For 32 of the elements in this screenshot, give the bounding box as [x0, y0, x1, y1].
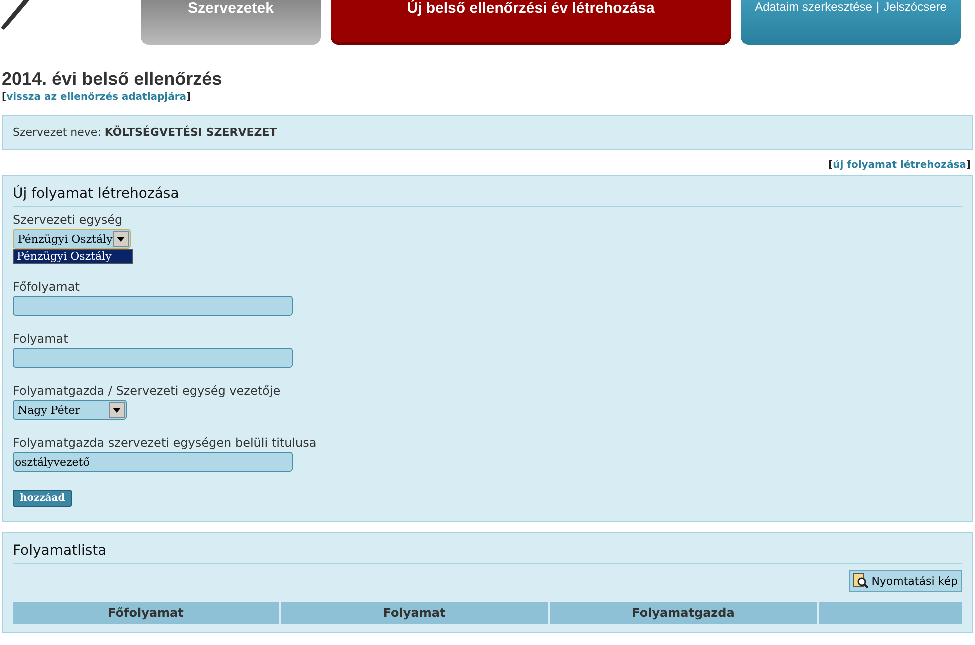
dropdown-arrow-icon	[117, 236, 125, 242]
panel-title: Folyamatlista	[13, 543, 962, 564]
separator-text: |	[876, 0, 880, 14]
select-field[interactable]: Pénzügyi Osztály	[13, 229, 131, 249]
pen-icon	[0, 0, 32, 32]
page-title: 2014. évi belső ellenőrzés	[2, 69, 224, 90]
field-label: Szervezeti egység	[13, 213, 124, 227]
bracket-text: ]	[966, 160, 971, 171]
input-field[interactable]	[13, 296, 293, 316]
column-header: Folyamat	[281, 602, 548, 624]
column-header: Főfolyamat	[13, 602, 279, 624]
bracket-text: ]	[186, 92, 192, 103]
panel-title: Új folyamat létrehozása	[13, 186, 962, 207]
magnifier-document-icon	[852, 573, 869, 589]
field-label: Folyamat	[13, 332, 70, 346]
print-preview-button[interactable]: Nyomtatási kép	[848, 570, 962, 592]
new-process-link[interactable]: új folyamat létrehozása	[833, 160, 966, 171]
back-link[interactable]: vissza az ellenőrzés adatlapjára	[6, 92, 187, 103]
organization-name-text: Szervezet neve: KÖLTSÉGVETÉSI SZERVEZET	[2, 115, 973, 150]
add-button[interactable]: hozzáad	[13, 490, 72, 507]
column-header: Folyamatgazda	[550, 602, 817, 624]
bracket-text: [	[828, 160, 834, 171]
field-label: Folyamatgazda szervezeti egységen belüli titulusa	[13, 436, 318, 450]
dropdown-arrow-icon	[113, 408, 121, 412]
dropdown-option[interactable]: Pénzügyi Osztály	[14, 250, 132, 263]
input-field[interactable]	[13, 348, 293, 368]
select-field[interactable]: Nagy Péter	[13, 400, 127, 420]
field-label: Folyamatgazda / Szervezeti egység vezetője	[13, 384, 282, 398]
field-label: Főfolyamat	[13, 280, 81, 294]
input-field[interactable]: osztályvezető	[13, 452, 293, 472]
nav-tab[interactable]: Új belső ellenőrzési év létrehozása	[331, 0, 731, 45]
bracket-text: [	[2, 92, 7, 103]
